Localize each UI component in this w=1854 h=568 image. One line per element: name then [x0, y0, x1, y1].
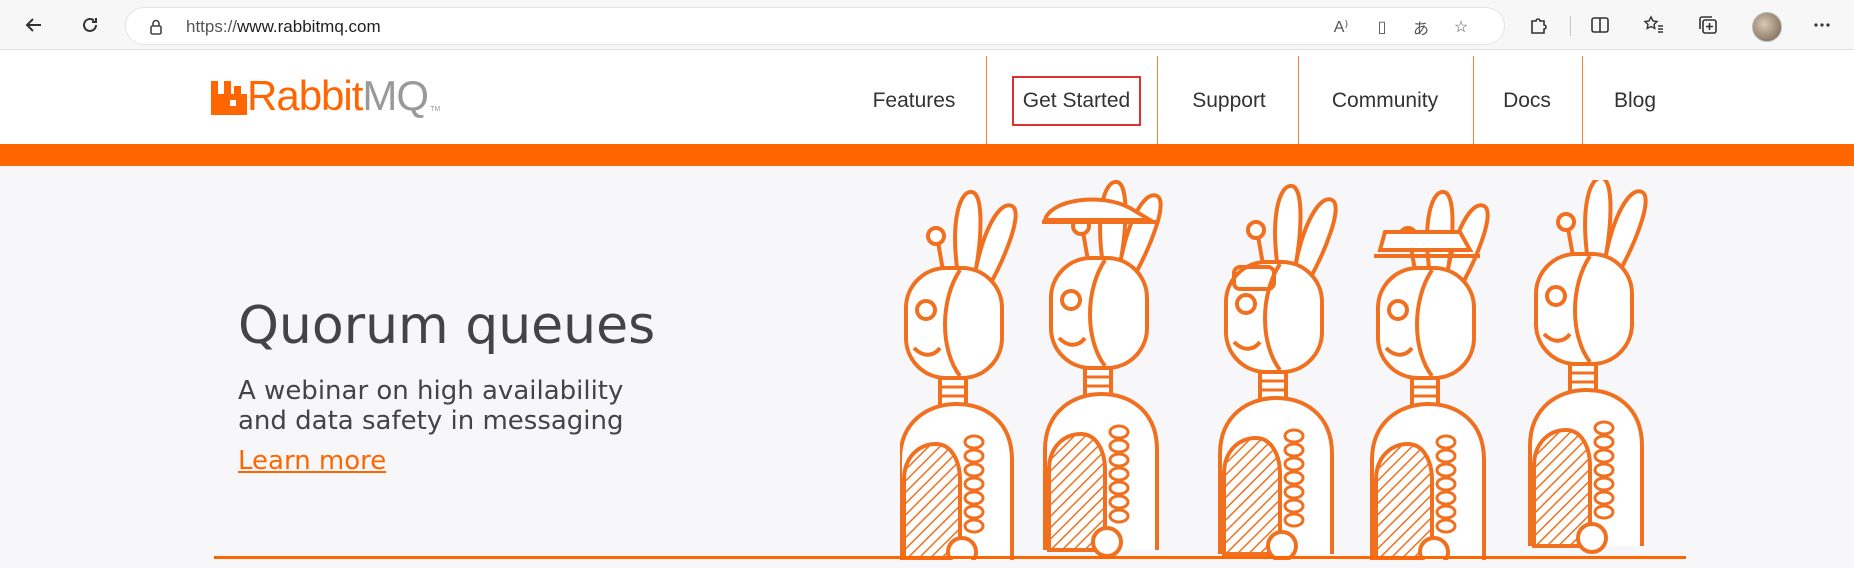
- rabbit-figure: [900, 189, 1018, 560]
- profile-avatar[interactable]: [1752, 12, 1782, 42]
- puzzle-icon: [1531, 18, 1547, 34]
- nav-blog[interactable]: Blog: [1600, 56, 1670, 146]
- favorites-button[interactable]: [1638, 9, 1670, 41]
- nav-support[interactable]: Support: [1175, 56, 1283, 146]
- nav-divider: [1298, 56, 1299, 146]
- ellipsis-icon: [1814, 23, 1830, 27]
- browser-toolbar: https://www.rabbitmq.com A⁾ ▯ あ ☆: [0, 0, 1854, 50]
- split-screen-button[interactable]: [1584, 9, 1616, 41]
- refresh-icon: [83, 17, 97, 32]
- highlight-annotation-box: [1012, 76, 1141, 126]
- read-aloud-icon[interactable]: A⁾: [1328, 14, 1354, 40]
- collections-button[interactable]: [1692, 9, 1724, 41]
- hero-subtitle: A webinar on high availability and data …: [238, 376, 658, 436]
- nav-divider: [986, 56, 987, 146]
- hero-bottom-line: [214, 556, 1686, 559]
- learn-more-link[interactable]: Learn more: [238, 446, 386, 476]
- lock-icon: [150, 19, 162, 35]
- favorites-list-icon: [1643, 15, 1663, 33]
- extensions-button[interactable]: [1522, 9, 1554, 41]
- nav-divider: [1157, 56, 1158, 146]
- nav-features[interactable]: Features: [862, 56, 966, 146]
- translate-icon[interactable]: あ: [1408, 14, 1434, 40]
- back-arrow-icon: [25, 18, 41, 32]
- nav-divider: [1473, 56, 1474, 146]
- rabbit-robots-illustration: [900, 180, 1648, 560]
- hero-banner: Quorum queues A webinar on high availabi…: [0, 166, 1854, 568]
- refresh-button[interactable]: [74, 9, 106, 41]
- rabbit-figure: [1218, 183, 1338, 560]
- split-screen-icon: [1591, 17, 1609, 33]
- orange-header-bar: [0, 144, 1854, 166]
- logo-text-mq: MQ: [362, 72, 429, 119]
- cap-shape: [1042, 197, 1158, 222]
- address-bar[interactable]: https://www.rabbitmq.com A⁾ ▯ あ ☆: [125, 7, 1505, 45]
- collections-icon: [1699, 16, 1717, 34]
- nav-docs[interactable]: Docs: [1490, 56, 1564, 146]
- back-button[interactable]: [18, 9, 50, 41]
- url-scheme: https://: [186, 17, 238, 36]
- rabbitmq-logo[interactable]: Rabbit MQ TM: [211, 72, 441, 119]
- url-text[interactable]: https://www.rabbitmq.com: [186, 17, 381, 37]
- logo-text-rabbit: Rabbit: [247, 72, 363, 119]
- rabbit-figure: [1528, 180, 1648, 554]
- immersive-reader-icon[interactable]: ▯: [1369, 14, 1395, 40]
- toolbar-separator: [1570, 16, 1571, 36]
- favorite-add-icon[interactable]: ☆: [1448, 14, 1474, 40]
- url-host: www.rabbitmq.com: [237, 17, 381, 36]
- nav-community[interactable]: Community: [1318, 56, 1452, 146]
- hero-title: Quorum queues: [238, 296, 656, 356]
- nav-divider: [1582, 56, 1583, 146]
- hat-shape: [1377, 230, 1474, 252]
- rabbit-figure: [1043, 180, 1163, 558]
- hero-subtitle-line2: and data safety in messaging: [238, 406, 624, 436]
- more-menu-button[interactable]: [1806, 9, 1838, 41]
- hero-subtitle-line1: A webinar on high availability: [238, 376, 624, 406]
- rabbitmq-logo-icon: [211, 81, 247, 115]
- logo-trademark: TM: [430, 106, 441, 113]
